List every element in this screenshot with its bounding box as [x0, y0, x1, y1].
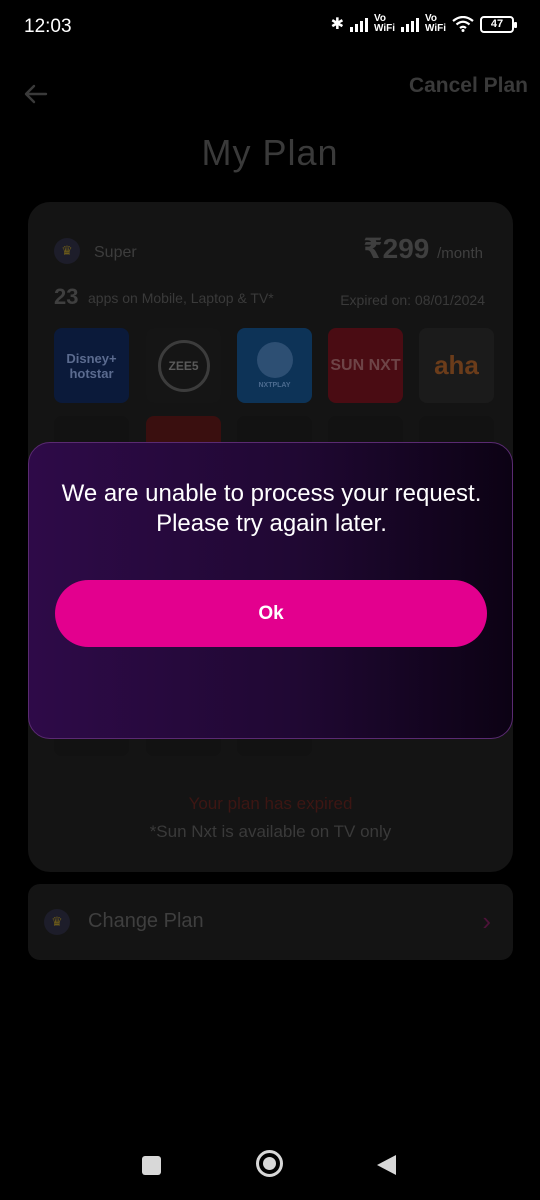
change-plan-button[interactable]: ♛ Change Plan › — [28, 884, 513, 960]
back-arrow-icon[interactable] — [22, 80, 50, 108]
apps-count: 23 — [54, 284, 79, 309]
vowifi-icon: Vo WiFi — [373, 13, 395, 34]
app-tile-zee5: ZEE5 — [146, 328, 221, 403]
status-bar: 12:03 ✱ Vo WiFi Vo WiFi 47 — [0, 0, 540, 56]
app-tile-aha: aha — [419, 328, 494, 403]
plan-price: ₹299 /month — [363, 233, 483, 264]
wifi-icon — [452, 16, 474, 32]
status-time: 12:03 — [24, 16, 72, 37]
crown-icon: ♛ — [54, 238, 80, 264]
battery-icon: 47 — [480, 15, 517, 33]
signal-icon-2 — [400, 16, 419, 32]
chevron-right-icon: › — [482, 906, 491, 936]
app-tile-sunnxt: SUN NXT — [328, 328, 403, 403]
recent-apps-icon[interactable] — [142, 1156, 161, 1175]
page-title: My Plan — [201, 132, 339, 173]
plan-name: Super — [94, 244, 137, 261]
crown-icon: ♛ — [44, 909, 70, 935]
home-icon[interactable] — [256, 1150, 283, 1177]
apps-description: apps on Mobile, Laptop & TV* — [88, 290, 274, 306]
dialog-message: We are unable to process your request. P… — [61, 480, 482, 537]
plan-expired-message: Your plan has expired — [188, 794, 353, 813]
change-plan-label: Change Plan — [88, 910, 204, 932]
system-nav-bar — [0, 1136, 540, 1200]
vowifi-icon-2: Vo WiFi — [424, 13, 446, 34]
sunnxt-note: *Sun Nxt is available on TV only — [149, 822, 392, 841]
signal-icon — [349, 16, 368, 32]
status-icons: ✱ Vo WiFi Vo WiFi 47 — [330, 13, 517, 34]
app-tile-hotstar: Disney+ hotstar — [54, 328, 129, 403]
back-icon[interactable] — [377, 1155, 396, 1175]
error-dialog: We are unable to process your request. P… — [28, 442, 513, 739]
expiry-date: Expired on: 08/01/2024 — [340, 292, 485, 308]
cancel-plan-button[interactable]: Cancel Plan — [409, 74, 528, 98]
bluetooth-icon: ✱ — [330, 16, 344, 33]
app-tile-nxtplay: NXTPLAY — [237, 328, 312, 403]
ok-button[interactable]: Ok — [55, 580, 487, 647]
